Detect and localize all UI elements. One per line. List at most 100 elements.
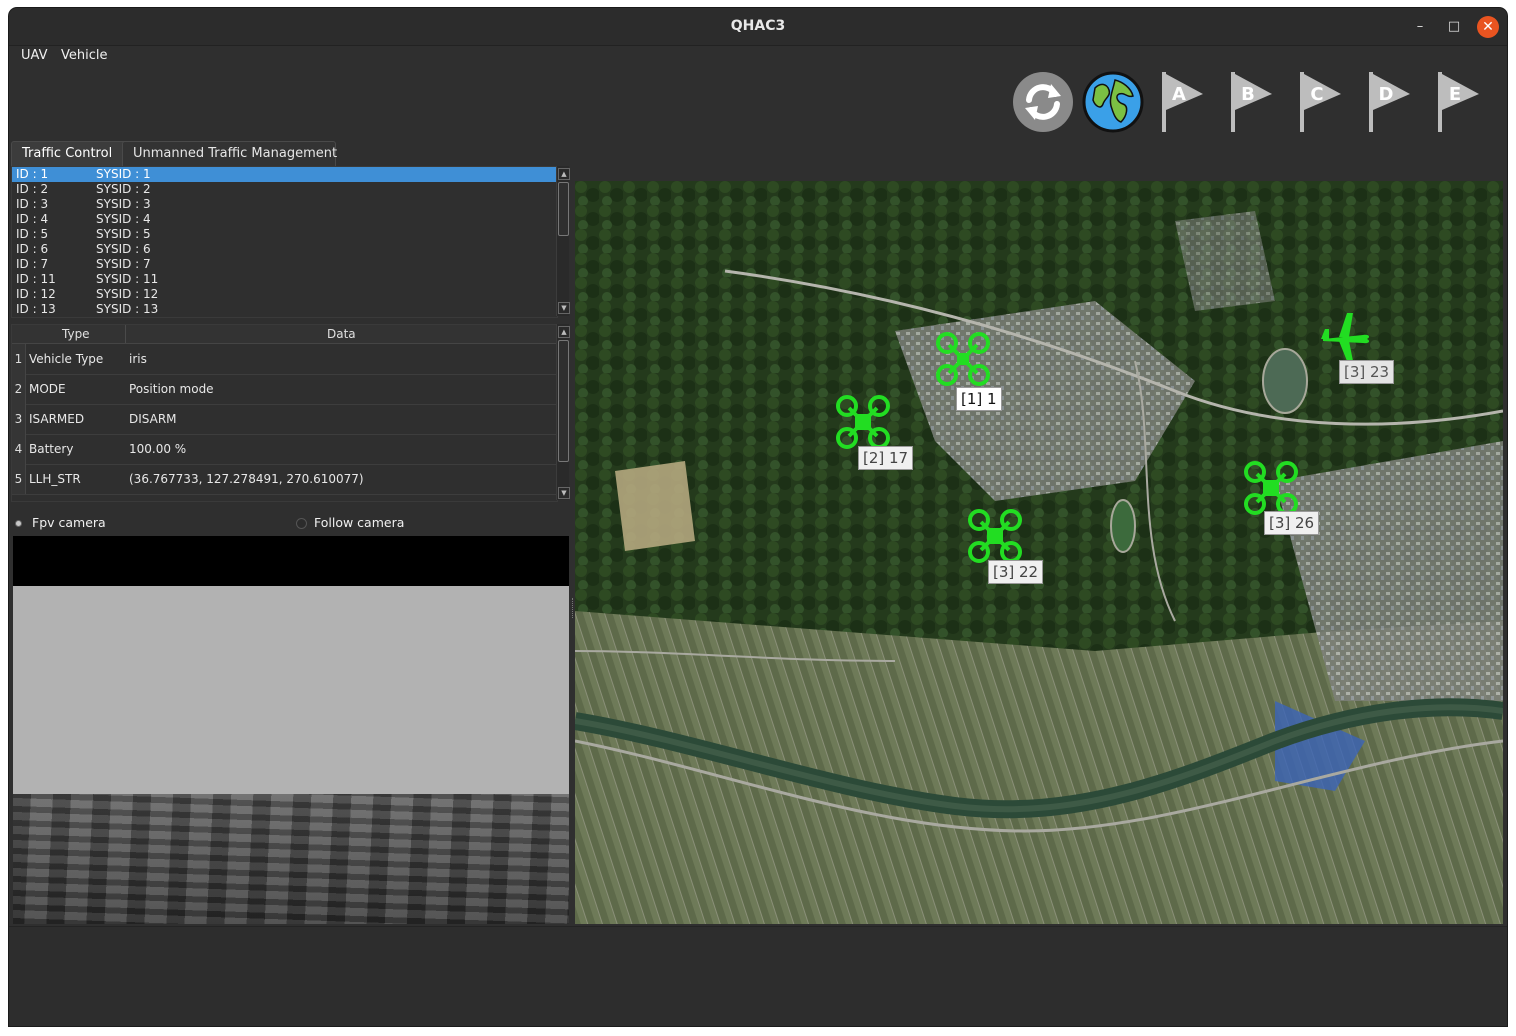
refresh-icon [1013,72,1073,132]
flag-icon: A [1162,72,1203,132]
row-type: ISARMED [29,412,85,426]
row-data: 100.00 % [129,442,187,456]
table-row[interactable]: 4 Battery 100.00 % [12,434,557,465]
traffic-control-panel: ID : 1 SYSID : 1 ID : 2 SYSID : 2 ID : 3 SY… [11,166,571,924]
table-header: Type Data [12,325,557,344]
camera-options: Fpv camera Follow camera [11,511,571,535]
globe-icon [1082,71,1144,133]
flag-a-button[interactable]: A [1151,70,1215,134]
vehicle-sysid: SYSID : 13 [96,302,159,316]
vehicle-id: ID : 2 [16,182,49,196]
scroll-up-icon[interactable]: ▲ [558,168,570,180]
flag-e-button[interactable]: E [1427,70,1491,134]
row-type: Vehicle Type [29,352,104,366]
minimize-icon[interactable]: – [1409,16,1431,38]
scroll-thumb[interactable] [558,340,569,462]
row-type: LLH_STR [29,472,81,486]
quadcopter-icon[interactable] [935,331,991,387]
flag-c-button[interactable]: C [1289,70,1353,134]
camera-ground [13,794,569,924]
row-number: 2 [12,374,26,404]
row-number: 3 [12,404,26,434]
map-marker-label[interactable]: [3] 26 [1264,511,1320,535]
vehicle-list[interactable]: ID : 1 SYSID : 1 ID : 2 SYSID : 2 ID : 3 SY… [11,166,558,318]
menu-uav[interactable]: UAV [21,48,47,63]
vehicle-id: ID : 1 [16,167,49,181]
flag-d-button[interactable]: D [1358,70,1422,134]
scroll-up-icon[interactable]: ▲ [558,326,570,338]
follow-camera-radio[interactable] [296,518,307,529]
map-imagery [575,181,1503,924]
status-bar [9,926,1507,1026]
window-title: QHAC3 [730,18,786,34]
vehicle-sysid: SYSID : 2 [96,182,151,196]
quadcopter-icon[interactable] [835,394,891,450]
vehicle-sysid: SYSID : 4 [96,212,151,226]
flag-d-label: D [1379,84,1394,105]
list-item[interactable]: ID : 3 SYSID : 3 [12,197,557,212]
list-item[interactable]: ID : 13 SYSID : 13 [12,302,557,317]
vehicle-id: ID : 3 [16,197,49,211]
row-number: 4 [12,434,26,464]
row-type: Battery [29,442,74,456]
row-data: iris [129,352,147,366]
table-row[interactable]: 2 MODE Position mode [12,374,557,405]
follow-camera-label[interactable]: Follow camera [314,515,404,530]
vehicle-id: ID : 6 [16,242,49,256]
scroll-down-icon[interactable]: ▼ [558,302,570,314]
camera-sky [13,586,569,794]
map-marker-label[interactable]: [2] 17 [858,446,914,470]
vehicle-sysid: SYSID : 12 [96,287,159,301]
list-item[interactable]: ID : 6 SYSID : 6 [12,242,557,257]
quadcopter-icon[interactable] [967,508,1023,564]
fpv-camera-radio[interactable] [15,520,22,527]
refresh-button[interactable] [1011,70,1075,134]
map-marker-label[interactable]: [1] 1 [956,387,1002,411]
camera-black-band [13,536,569,586]
flag-icon: D [1369,72,1410,132]
list-item[interactable]: ID : 4 SYSID : 4 [12,212,557,227]
camera-view [13,536,569,924]
quadcopter-icon[interactable] [1243,460,1299,516]
column-header-type: Type [62,327,90,341]
row-data: DISARM [129,412,177,426]
flag-icon: E [1438,72,1479,132]
vehicle-sysid: SYSID : 6 [96,242,151,256]
flag-c-label: C [1310,84,1323,105]
row-type: MODE [29,382,66,396]
table-row[interactable]: 1 Vehicle Type iris [12,344,557,375]
vehicle-id: ID : 7 [16,257,49,271]
list-item[interactable]: ID : 1 SYSID : 1 [12,167,557,182]
menu-vehicle[interactable]: Vehicle [61,48,108,63]
list-item[interactable]: ID : 7 SYSID : 7 [12,257,557,272]
scroll-thumb[interactable] [558,182,569,236]
vehicle-sysid: SYSID : 1 [96,167,151,181]
row-data: (36.767733, 127.278491, 270.610077) [129,472,364,486]
globe-button[interactable] [1081,70,1145,134]
table-row[interactable]: 3 ISARMED DISARM [12,404,557,435]
scroll-down-icon[interactable]: ▼ [558,487,570,499]
flag-icon: B [1231,72,1272,132]
row-number: 1 [12,344,26,374]
airplane-icon[interactable] [1317,309,1373,365]
maximize-icon[interactable]: □ [1443,16,1465,38]
map-marker-label[interactable]: [3] 22 [988,560,1044,584]
list-item[interactable]: ID : 2 SYSID : 2 [12,182,557,197]
tab-unmanned-traffic-management[interactable]: Unmanned Traffic Management [122,141,337,166]
vehicle-id: ID : 11 [16,272,56,286]
vehicle-sysid: SYSID : 7 [96,257,151,271]
flag-b-button[interactable]: B [1220,70,1284,134]
list-item[interactable]: ID : 5 SYSID : 5 [12,227,557,242]
list-item[interactable]: ID : 11 SYSID : 11 [12,272,557,287]
list-item[interactable]: ID : 12 SYSID : 12 [12,287,557,302]
close-icon[interactable]: ✕ [1477,16,1499,38]
table-row[interactable]: 5 LLH_STR (36.767733, 127.278491, 270.61… [12,464,557,495]
satellite-map[interactable]: [1] 1 [2] 17 [3] 22 [3] 26 [3] 23 [575,181,1503,924]
flag-e-label: E [1449,84,1461,105]
vehicle-list-scrollbar[interactable]: ▲ ▼ [556,166,570,316]
map-marker-label[interactable]: [3] 23 [1339,360,1395,384]
data-table-scrollbar[interactable]: ▲ ▼ [556,324,570,500]
title-bar: QHAC3 – □ ✕ [9,8,1507,46]
fpv-camera-label[interactable]: Fpv camera [32,515,106,530]
vehicle-id: ID : 12 [16,287,56,301]
